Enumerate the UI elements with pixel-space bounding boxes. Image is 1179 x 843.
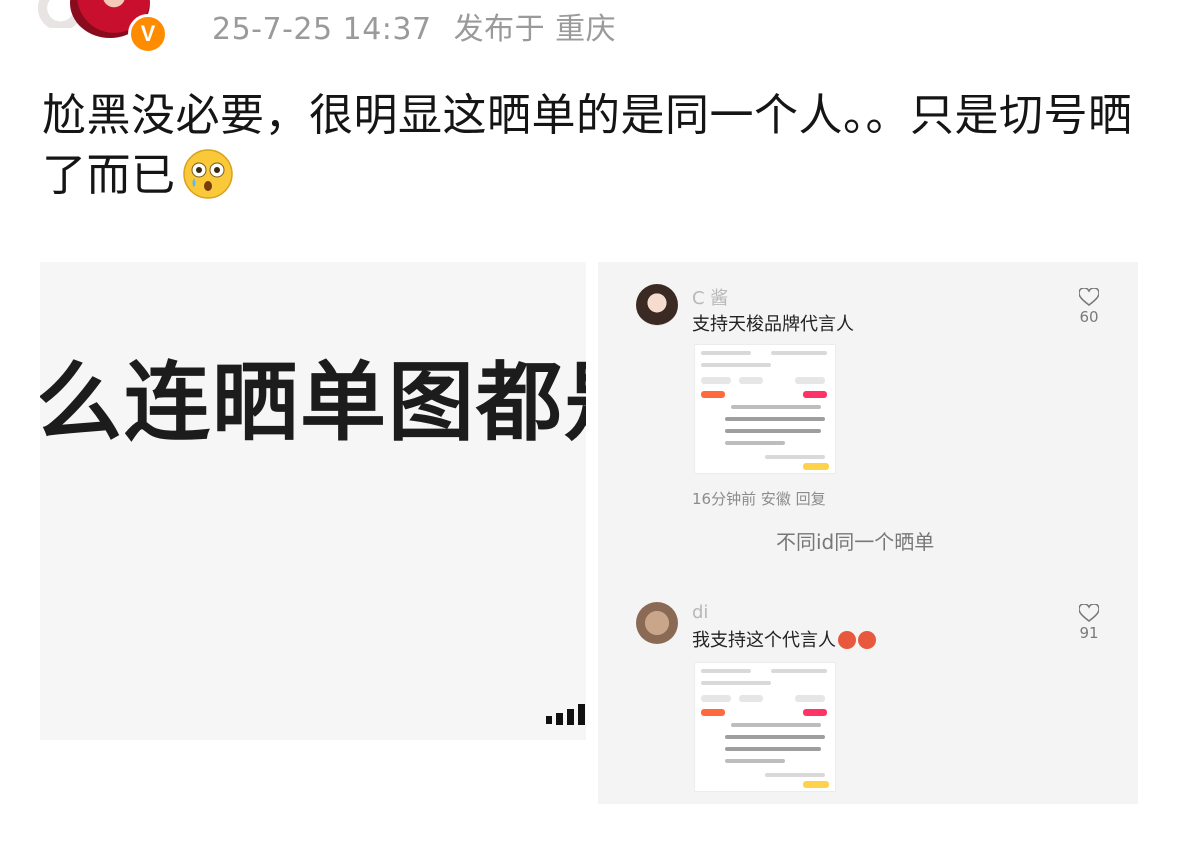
comment-username: di [692, 602, 709, 623]
right-image[interactable]: C 酱 支持天梭品牌代言人 60 16分钟前 安徽 回复 不同id同一个晒单 d… [598, 262, 1138, 804]
verified-badge-icon: V [128, 14, 168, 54]
post-timestamp: 25-7-25 14:37 [212, 12, 432, 47]
post-location: 发布于 重庆 [453, 12, 617, 47]
like-count: 91 [1079, 624, 1099, 642]
comment-like[interactable]: 60 [1076, 288, 1102, 326]
heart-icon [1079, 604, 1099, 622]
comment-meta: 16分钟前 安徽 回复 [692, 490, 826, 508]
tomato-emoji-icon [838, 631, 856, 649]
center-note: 不同id同一个晒单 [776, 530, 935, 554]
comment-avatar [636, 602, 678, 644]
left-image-text: 么连晒单图都是 [40, 353, 586, 453]
left-image[interactable]: 么连晒单图都是 [40, 262, 586, 740]
comment-like[interactable]: 91 [1076, 604, 1102, 642]
crying-flushed-face-icon [182, 149, 233, 199]
comment-text-content: 我支持这个代言人 [692, 630, 836, 651]
post-meta: 25-7-25 14:37 发布于 重庆 [212, 4, 638, 48]
post-text: 尬黑没必要，很明显这晒单的是同一个人。。只是切号晒了而已 [42, 86, 1142, 206]
signal-bars-icon [546, 704, 585, 725]
tomato-emoji-icon [858, 631, 876, 649]
order-screenshot-thumbnail[interactable] [694, 344, 836, 474]
comment-text: 支持天梭品牌代言人 [692, 314, 854, 335]
like-count: 60 [1079, 308, 1099, 326]
comment-text: 我支持这个代言人 [692, 626, 876, 652]
heart-icon [1079, 288, 1099, 306]
order-screenshot-thumbnail[interactable] [694, 662, 836, 792]
comment-avatar [636, 284, 678, 326]
comment-username: C 酱 [692, 288, 729, 309]
